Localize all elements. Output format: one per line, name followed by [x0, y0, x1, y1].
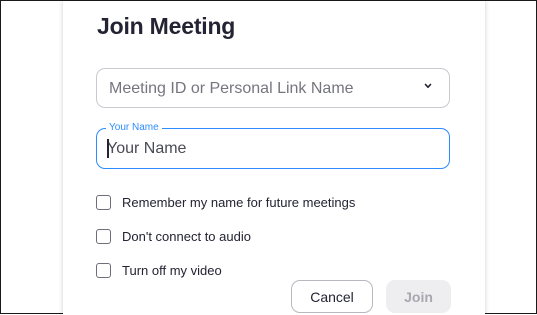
no-audio-option[interactable]: Don't connect to audio — [96, 227, 251, 245]
chevron-down-icon[interactable] — [423, 81, 433, 91]
remember-name-checkbox[interactable] — [96, 194, 111, 210]
text-caret — [107, 139, 109, 158]
remember-name-label: Remember my name for future meetings — [122, 194, 356, 210]
remember-name-option[interactable]: Remember my name for future meetings — [96, 193, 355, 211]
no-audio-label: Don't connect to audio — [122, 228, 251, 244]
no-audio-checkbox[interactable] — [96, 228, 111, 244]
video-off-option[interactable]: Turn off my video — [96, 261, 222, 279]
join-button[interactable]: Join — [386, 280, 451, 313]
cancel-button[interactable]: Cancel — [291, 280, 373, 313]
your-name-field[interactable]: Your Name — [96, 122, 450, 169]
video-off-label: Turn off my video — [122, 262, 222, 278]
meeting-id-select[interactable]: Meeting ID or Personal Link Name — [96, 68, 450, 108]
join-meeting-dialog: Join Meeting Meeting ID or Personal Link… — [63, 1, 485, 315]
meeting-id-placeholder: Meeting ID or Personal Link Name — [109, 80, 354, 97]
your-name-input[interactable] — [107, 138, 427, 160]
window-frame: Join Meeting Meeting ID or Personal Link… — [0, 0, 537, 315]
your-name-legend: Your Name — [106, 122, 162, 134]
dialog-title: Join Meeting — [97, 13, 236, 39]
video-off-checkbox[interactable] — [96, 262, 111, 278]
